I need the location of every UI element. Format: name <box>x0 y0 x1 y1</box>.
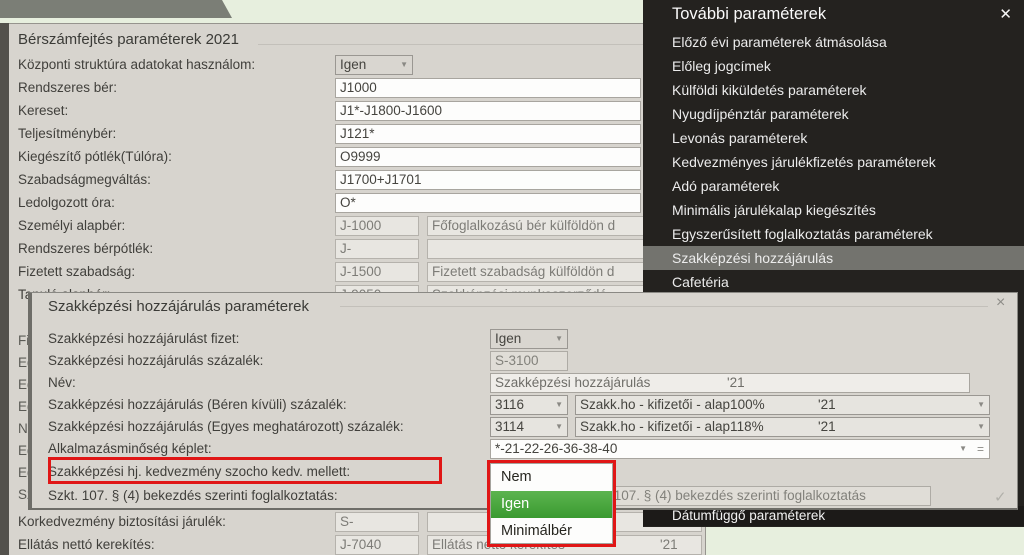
szemelyi-alapber-code: J-1000 <box>335 216 419 236</box>
menu-title: További paraméterek <box>672 5 826 24</box>
field-label: Kereset: <box>18 103 68 118</box>
field-label: Korkedvezmény biztosítási járulék: <box>18 514 226 529</box>
field-label: Szakképzési hozzájárulás (Egyes meghatár… <box>48 419 404 434</box>
menu-item-szakkepzesi-selected[interactable]: Szakképzési hozzájárulás <box>643 246 1024 270</box>
beren-kivuli-desc-combo[interactable]: Szakk.ho - kifizetői - alap100% '21 ▼ <box>575 395 990 415</box>
beren-kivuli-code-combo[interactable]: 3116 ▼ <box>490 395 568 415</box>
ledolgozott-ora-input[interactable]: O* <box>335 193 641 213</box>
combo-value: Szakk.ho - kifizetői - alap100% <box>580 397 765 412</box>
menu-item-kedvezmenyes-jarulek[interactable]: Kedvezményes járulékfizetés paraméterek <box>643 150 1024 174</box>
chevron-down-icon: ▼ <box>977 400 985 410</box>
field-label: Ledolgozott óra: <box>18 195 115 210</box>
menu-item-elozo-evi[interactable]: Előző évi paraméterek átmásolása <box>643 30 1024 54</box>
alkalmazasminoseg-keplet-field[interactable]: *-21-22-26-36-38-40 ▼ = <box>490 439 990 459</box>
combo-value: Igen <box>340 57 366 72</box>
title-rule <box>258 44 702 45</box>
field-label: Fizetett szabadság: <box>18 264 135 279</box>
field-label: Rendszeres bér: <box>18 80 117 95</box>
kiegeszito-potlek-input[interactable]: O9999 <box>335 147 641 167</box>
dropdown-option-igen-selected[interactable]: Igen <box>491 491 612 518</box>
highlight-rectangle-label <box>48 457 442 484</box>
year-text: '21 <box>818 397 836 412</box>
menu-item-egyszerusitett[interactable]: Egyszerűsített foglalkoztatás paramétere… <box>643 222 1024 246</box>
fizet-combo[interactable]: Igen ▼ <box>490 329 568 349</box>
close-icon[interactable]: ✕ <box>999 5 1012 23</box>
chevron-down-icon: ▼ <box>977 422 985 432</box>
szkt-107-field: Szkt. 107. § (4) bekezdés szerinti fogla… <box>575 486 931 506</box>
menu-item-levonas[interactable]: Levonás paraméterek <box>643 126 1024 150</box>
name-text: Szakképzési hozzájárulás <box>495 375 650 390</box>
field-label: Szabadságmegváltás: <box>18 172 151 187</box>
window-title: Bérszámfejtés paraméterek 2021 <box>18 31 239 48</box>
berpotlek-code: J- <box>335 239 419 259</box>
dropdown-option-nem[interactable]: Nem <box>491 464 612 491</box>
central-structure-combo[interactable]: Igen ▼ <box>335 55 413 75</box>
kedvezmeny-dropdown-list: Nem Igen Minimálbér <box>490 463 613 544</box>
menu-item-ado[interactable]: Adó paraméterek <box>643 174 1024 198</box>
szabadsagmegvaltas-input[interactable]: J1700+J1701 <box>335 170 641 190</box>
field-label: Alkalmazásminőség képlet: <box>48 441 212 456</box>
chevron-down-icon[interactable]: ▼ <box>959 444 967 454</box>
field-label: Szkt. 107. § (4) bekezdés szerinti fogla… <box>48 488 338 503</box>
egyes-meghatarozott-desc-combo[interactable]: Szakk.ho - kifizetői - alap118% '21 ▼ <box>575 417 990 437</box>
close-icon[interactable]: × <box>996 294 1005 312</box>
szazalek-code-field: S-3100 <box>490 351 568 371</box>
menu-item-minimalis-jarulekalap[interactable]: Minimális járulékalap kiegészítés <box>643 198 1024 222</box>
combo-value: Szakk.ho - kifizetői - alap118% <box>580 419 764 434</box>
top-gray-bar <box>0 0 232 18</box>
field-label: Kiegészítő pótlék(Túlóra): <box>18 149 172 164</box>
field-label: Személyi alapbér: <box>18 218 125 233</box>
dialog-title-rule <box>340 306 988 307</box>
year-text: '21 <box>660 537 678 552</box>
combo-value: 3116 <box>495 397 524 412</box>
dropdown-option-minimalber[interactable]: Minimálbér <box>491 518 612 545</box>
combo-value: 3114 <box>495 419 524 434</box>
chevron-down-icon: ▼ <box>400 60 408 70</box>
menu-item-kulfoldi-kikuldetes[interactable]: Külföldi kiküldetés paraméterek <box>643 78 1024 102</box>
korkedvezmeny-code: S- <box>335 512 419 532</box>
screen: Bérszámfejtés paraméterek 2021 Központi … <box>0 0 1024 555</box>
field-label: Teljesítménybér: <box>18 126 116 141</box>
chevron-down-icon: ▼ <box>555 400 563 410</box>
apply-check-icon[interactable]: ✓ <box>994 488 1007 506</box>
chevron-down-icon: ▼ <box>555 422 563 432</box>
rendszeres-ber-input[interactable]: J1000 <box>335 78 641 98</box>
year-text: '21 <box>818 419 836 434</box>
nev-field[interactable]: Szakképzési hozzájárulás '21 <box>490 373 970 393</box>
field-label: Név: <box>48 375 76 390</box>
menu-item-nyugdijpenztar[interactable]: Nyugdíjpénztár paraméterek <box>643 102 1024 126</box>
field-label: Ellátás nettó kerekítés: <box>18 537 155 552</box>
ellatas-kerekites-code: J-7040 <box>335 535 419 555</box>
chevron-down-icon: ▼ <box>555 334 563 344</box>
field-label: Szakképzési hozzájárulás (Béren kívüli) … <box>48 397 347 412</box>
field-label: Központi struktúra adatokat használom: <box>18 57 255 72</box>
egyes-meghatarozott-code-combo[interactable]: 3114 ▼ <box>490 417 568 437</box>
formula-text: *-21-22-26-36-38-40 <box>495 441 617 456</box>
field-label: Rendszeres bérpótlék: <box>18 241 153 256</box>
kereset-input[interactable]: J1*-J1800-J1600 <box>335 101 641 121</box>
window-left-border <box>0 23 9 555</box>
field-label: Szakképzési hozzájárulást fizet: <box>48 331 239 346</box>
teljesitmenyber-input[interactable]: J121* <box>335 124 641 144</box>
menu-item-eloleg-jogcimek[interactable]: Előleg jogcímek <box>643 54 1024 78</box>
field-label: Szakképzési hozzájárulás százalék: <box>48 353 263 368</box>
equals-icon[interactable]: = <box>977 442 984 456</box>
year-text: '21 <box>727 375 745 390</box>
dialog-title: Szakképzési hozzájárulás paraméterek <box>48 298 309 315</box>
menu-item-cafeteria[interactable]: Cafetéria <box>643 270 1024 294</box>
fizetett-szabadsag-code: J-1500 <box>335 262 419 282</box>
combo-value: Igen <box>495 331 521 346</box>
